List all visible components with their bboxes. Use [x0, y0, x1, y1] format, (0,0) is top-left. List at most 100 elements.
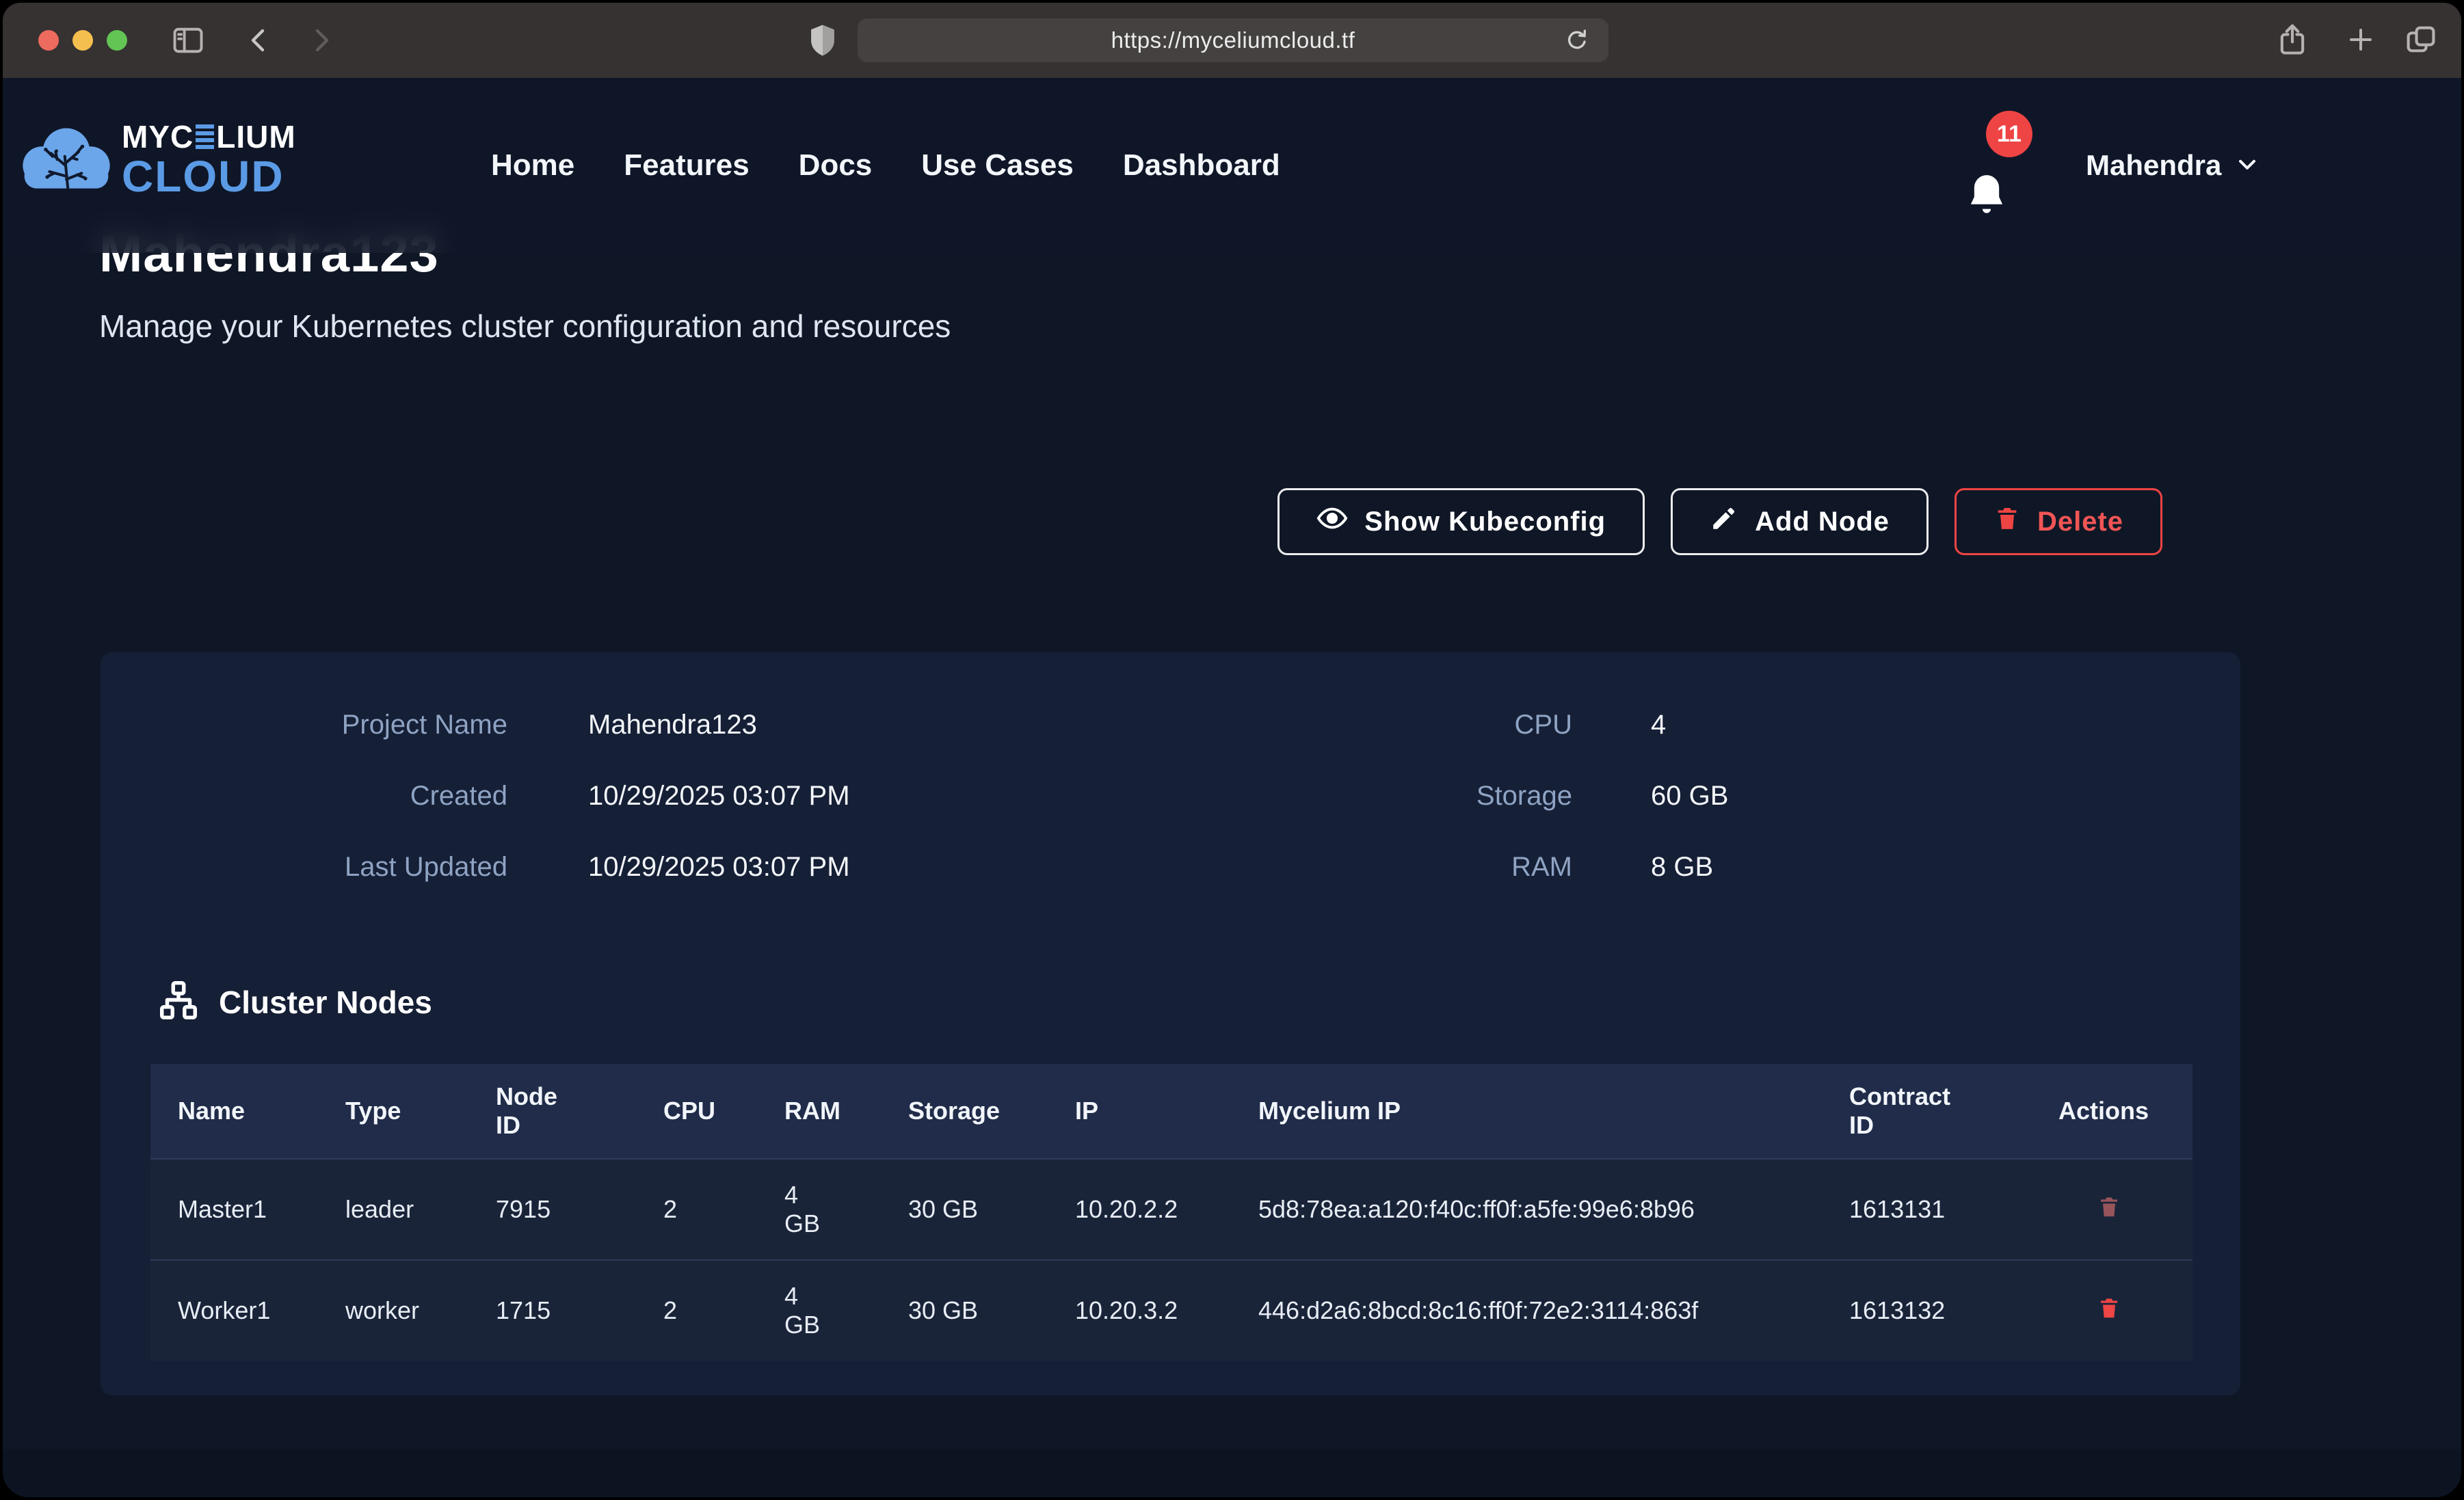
cell-node-id: 1715: [496, 1260, 663, 1361]
show-kubeconfig-label: Show Kubeconfig: [1364, 507, 1606, 537]
table-row: Master1 leader 7915 2 4 GB 30 GB 10.20.2…: [150, 1159, 2193, 1260]
user-menu[interactable]: Mahendra: [2086, 78, 2261, 253]
col-name: Name: [150, 1064, 345, 1159]
storage-label: Storage: [1196, 777, 1572, 815]
mycelium-cloud-logo-icon: [21, 118, 112, 202]
col-ip: IP: [1075, 1064, 1258, 1159]
cell-contract-id: 1613131: [1849, 1159, 2058, 1260]
col-ram: RAM: [784, 1064, 908, 1159]
created-label: Created: [131, 777, 507, 815]
col-mycelium-ip: Mycelium IP: [1258, 1064, 1849, 1159]
cluster-nodes-table: Name Type Node ID CPU RAM Storage IP Myc…: [150, 1064, 2193, 1361]
delete-node-button[interactable]: [2097, 1294, 2121, 1324]
browser-chrome: https://myceliumcloud.tf: [3, 3, 2461, 78]
trash-icon: [1993, 504, 2021, 539]
col-contract-id: Contract ID: [1849, 1064, 2058, 1159]
minimize-window-button[interactable]: [72, 30, 93, 51]
cell-ip: 10.20.2.2: [1075, 1159, 1258, 1260]
cell-type: worker: [345, 1260, 496, 1361]
notification-badge: 11: [1986, 111, 2032, 157]
privacy-shield-icon[interactable]: [804, 22, 841, 59]
table-row: Worker1 worker 1715 2 4 GB 30 GB 10.20.3…: [150, 1260, 2193, 1361]
cell-actions: [2058, 1159, 2193, 1260]
last-updated-label: Last Updated: [131, 848, 507, 886]
cell-cpu: 2: [663, 1159, 784, 1260]
cpu-label: CPU: [1196, 706, 1572, 744]
site-navbar: MYC LIUM CLOUD Home Features Docs Use Cas…: [3, 78, 2461, 253]
notifications-button[interactable]: 11: [1960, 111, 2063, 227]
show-kubeconfig-button[interactable]: Show Kubeconfig: [1277, 488, 1645, 555]
window-controls: [38, 30, 127, 51]
logo-wordmark: MYC LIUM CLOUD: [122, 118, 296, 202]
cell-ram: 4 GB: [784, 1159, 908, 1260]
forward-icon[interactable]: [304, 24, 336, 57]
cluster-nodes-heading: Cluster Nodes: [157, 979, 432, 1025]
col-cpu: CPU: [663, 1064, 784, 1159]
cell-mycelium-ip: 446:d2a6:8bcd:8c16:ff0f:72e2:3114:863f: [1258, 1260, 1849, 1361]
cell-cpu: 2: [663, 1260, 784, 1361]
reload-icon[interactable]: [1563, 27, 1591, 54]
created-value: 10/29/2025 03:07 PM: [588, 777, 850, 815]
sidebar-toggle-icon[interactable]: [170, 23, 206, 58]
cluster-nodes-title: Cluster Nodes: [219, 984, 432, 1021]
back-icon[interactable]: [243, 24, 276, 57]
table-header-row: Name Type Node ID CPU RAM Storage IP Myc…: [150, 1064, 2193, 1159]
cell-ip: 10.20.3.2: [1075, 1260, 1258, 1361]
nav-links: Home Features Docs Use Cases Dashboard: [491, 78, 1280, 253]
eye-icon: [1316, 503, 1348, 541]
nav-link-dashboard[interactable]: Dashboard: [1123, 148, 1280, 183]
delete-node-button[interactable]: [2097, 1193, 2121, 1222]
cell-storage: 30 GB: [908, 1260, 1075, 1361]
nav-link-home[interactable]: Home: [491, 148, 574, 183]
browser-window: https://myceliumcloud.tf: [3, 3, 2461, 1497]
bell-icon: [1964, 170, 2009, 223]
cell-contract-id: 1613132: [1849, 1260, 2058, 1361]
nav-link-features[interactable]: Features: [624, 148, 749, 183]
nav-link-use-cases[interactable]: Use Cases: [921, 148, 1074, 183]
logo[interactable]: MYC LIUM CLOUD: [21, 118, 296, 202]
col-storage: Storage: [908, 1064, 1075, 1159]
logo-e-glyph: [196, 124, 214, 149]
zoom-window-button[interactable]: [107, 30, 127, 51]
delete-label: Delete: [2037, 507, 2123, 537]
nav-link-docs[interactable]: Docs: [799, 148, 873, 183]
user-name: Mahendra: [2086, 149, 2221, 182]
ram-value: 8 GB: [1651, 848, 1713, 886]
cell-type: leader: [345, 1159, 496, 1260]
close-window-button[interactable]: [38, 30, 59, 51]
project-name-value: Mahendra123: [588, 706, 757, 744]
url-text: https://myceliumcloud.tf: [1111, 27, 1355, 53]
cell-node-id: 7915: [496, 1159, 663, 1260]
logo-word-cloud: CLOUD: [122, 151, 296, 202]
add-node-button[interactable]: Add Node: [1671, 488, 1929, 555]
pencil-icon: [1710, 504, 1738, 539]
logo-word-myc: MYC: [122, 118, 194, 155]
cell-mycelium-ip: 5d8:78ea:a120:f40c:ff0f:a5fe:99e6:8b96: [1258, 1159, 1849, 1260]
page-content: Mahendra123 Manage your Kubernetes clust…: [3, 78, 2461, 1497]
address-bar[interactable]: https://myceliumcloud.tf: [858, 18, 1608, 62]
delete-cluster-button[interactable]: Delete: [1955, 488, 2162, 555]
page-subtitle: Manage your Kubernetes cluster configura…: [99, 308, 951, 345]
col-actions: Actions: [2058, 1064, 2193, 1159]
new-tab-icon[interactable]: [2344, 23, 2377, 56]
cell-actions: [2058, 1260, 2193, 1361]
col-node-id: Node ID: [496, 1064, 663, 1159]
cell-ram: 4 GB: [784, 1260, 908, 1361]
project-name-label: Project Name: [131, 706, 507, 744]
cell-name: Master1: [150, 1159, 345, 1260]
storage-value: 60 GB: [1651, 777, 1728, 815]
network-nodes-icon: [157, 979, 200, 1025]
logo-word-lium: LIUM: [216, 118, 295, 155]
cluster-actions: Show Kubeconfig Add Node Delete: [1277, 488, 2162, 555]
add-node-label: Add Node: [1755, 507, 1890, 537]
cpu-value: 4: [1651, 706, 1666, 744]
ram-label: RAM: [1196, 848, 1572, 886]
cell-storage: 30 GB: [908, 1159, 1075, 1260]
share-icon[interactable]: [2275, 22, 2310, 57]
cell-name: Worker1: [150, 1260, 345, 1361]
tab-overview-icon[interactable]: [2403, 22, 2439, 57]
last-updated-value: 10/29/2025 03:07 PM: [588, 848, 850, 886]
col-type: Type: [345, 1064, 496, 1159]
page-footer: [3, 1449, 2461, 1497]
chevron-down-icon: [2234, 150, 2261, 181]
